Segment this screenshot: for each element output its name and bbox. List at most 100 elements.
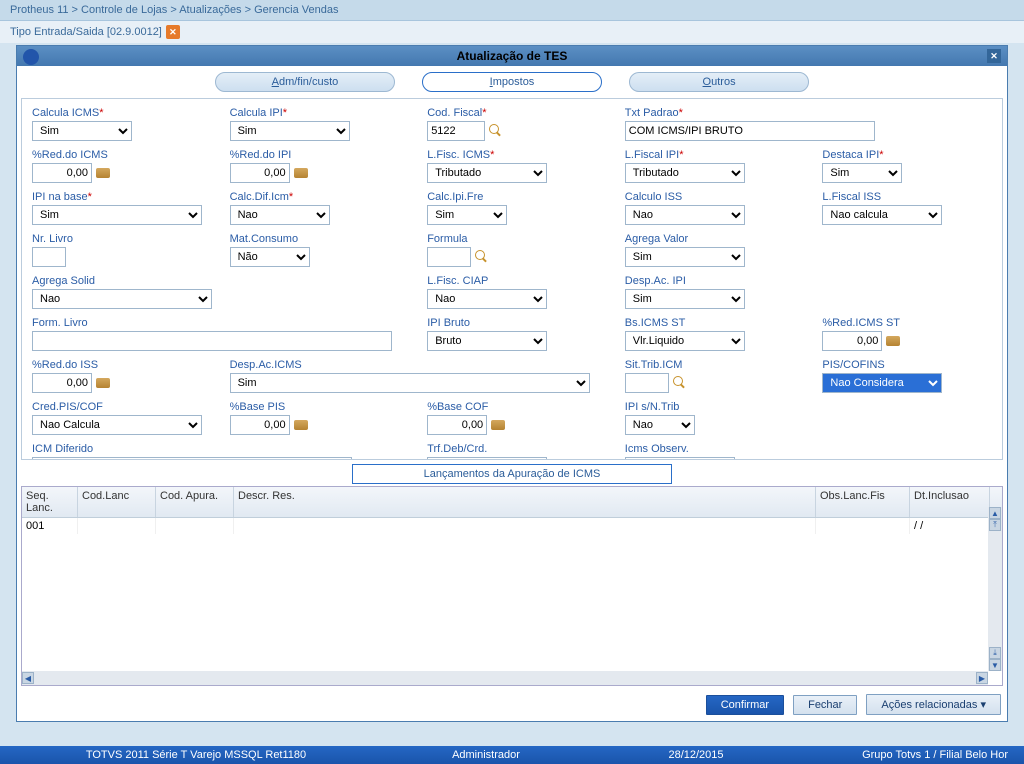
nr-livro-input[interactable] bbox=[32, 247, 66, 267]
desp-ac-ipi-select[interactable]: Sim bbox=[625, 289, 745, 309]
scroll-up-icon[interactable]: ▲ bbox=[989, 507, 1001, 519]
calc-icon[interactable] bbox=[96, 378, 110, 388]
lbl-txt-padrao: Txt Padrao bbox=[625, 107, 992, 119]
horizontal-scrollbar[interactable]: ◀ ▶ bbox=[22, 671, 988, 685]
lfiscal-ipi-select[interactable]: Tributado bbox=[625, 163, 745, 183]
trf-deb-crd-select[interactable]: Nao bbox=[427, 457, 547, 460]
lbl-destaca-ipi: Destaca IPI bbox=[822, 149, 992, 161]
calc-ipi-fre-select[interactable]: Sim bbox=[427, 205, 507, 225]
lbl-icms-observ: Icms Observ. bbox=[625, 443, 795, 455]
titlebar: Atualização de TES ✕ bbox=[17, 46, 1007, 66]
form-livro-input[interactable] bbox=[32, 331, 392, 351]
lbl-cod-fiscal: Cod. Fiscal bbox=[427, 107, 597, 119]
calc-dif-icm-select[interactable]: Nao bbox=[230, 205, 330, 225]
ipi-sn-trib-select[interactable]: Nao bbox=[625, 415, 695, 435]
lbl-cred-pis-cof: Cred.PIS/COF bbox=[32, 401, 202, 413]
pis-cofins-select[interactable]: Nao Considera bbox=[822, 373, 942, 393]
lfiscal-iss-select[interactable]: Nao calcula bbox=[822, 205, 942, 225]
lfisc-ciap-select[interactable]: Nao bbox=[427, 289, 547, 309]
tab-lancamentos-apuracao-icms[interactable]: Lançamentos da Apuração de ICMS bbox=[352, 464, 672, 484]
status-product: TOTVS 2011 Série T Varejo MSSQL Ret1180 bbox=[16, 749, 376, 761]
scroll-right-icon[interactable]: ▶ bbox=[976, 672, 988, 684]
col-seq-lanc[interactable]: Seq. Lanc. bbox=[22, 487, 78, 517]
tab-impostos[interactable]: Impostos bbox=[422, 72, 602, 92]
destaca-ipi-select[interactable]: Sim bbox=[822, 163, 902, 183]
tab-adm-fin-custo[interactable]: Adm/fin/custo bbox=[215, 72, 395, 92]
tab-outros[interactable]: Outros bbox=[629, 72, 809, 92]
close-tab-icon[interactable]: ✕ bbox=[166, 25, 180, 39]
scroll-top-icon[interactable]: ⤒ bbox=[989, 519, 1001, 531]
calc-icon[interactable] bbox=[294, 420, 308, 430]
calc-icon[interactable] bbox=[886, 336, 900, 346]
agrega-solid-select[interactable]: Nao bbox=[32, 289, 212, 309]
back-icon[interactable] bbox=[23, 49, 39, 65]
confirmar-button[interactable]: Confirmar bbox=[706, 695, 784, 715]
lbl-lfisc-ciap: L.Fisc. CIAP bbox=[427, 275, 597, 287]
red-ipi-input[interactable] bbox=[230, 163, 290, 183]
lbl-ipi-bruto: IPI Bruto bbox=[427, 317, 597, 329]
cod-fiscal-lookup-icon[interactable] bbox=[489, 124, 503, 138]
cod-fiscal-input[interactable] bbox=[427, 121, 485, 141]
calculo-iss-select[interactable]: Nao bbox=[625, 205, 745, 225]
vertical-scrollbar[interactable]: ▲ ⤒ ⤓ ▼ bbox=[988, 507, 1002, 671]
red-icms-st-input[interactable] bbox=[822, 331, 882, 351]
lbl-base-pis: %Base PIS bbox=[230, 401, 400, 413]
lancamentos-grid: Seq. Lanc. Cod.Lanc Cod. Apura. Descr. R… bbox=[21, 486, 1003, 686]
base-pis-input[interactable] bbox=[230, 415, 290, 435]
close-window-icon[interactable]: ✕ bbox=[987, 49, 1001, 63]
calcula-ipi-select[interactable]: Sim bbox=[230, 121, 350, 141]
status-branch: Grupo Totvs 1 / Filial Belo Hor bbox=[796, 749, 1008, 761]
cred-pis-cof-select[interactable]: Nao Calcula bbox=[32, 415, 202, 435]
lbl-calcula-ipi: Calcula IPI bbox=[230, 107, 400, 119]
ipi-bruto-select[interactable]: Bruto bbox=[427, 331, 547, 351]
lbl-ipi-base: IPI na base bbox=[32, 191, 202, 203]
sit-trib-icm-input[interactable] bbox=[625, 373, 669, 393]
base-cof-input[interactable] bbox=[427, 415, 487, 435]
formula-lookup-icon[interactable] bbox=[475, 250, 489, 264]
lbl-agrega-valor: Agrega Valor bbox=[625, 233, 795, 245]
calc-icon[interactable] bbox=[96, 168, 110, 178]
form-area: Calcula ICMSSim Calcula IPISim Cod. Fisc… bbox=[21, 98, 1003, 460]
agrega-valor-select[interactable]: Sim bbox=[625, 247, 745, 267]
formula-input[interactable] bbox=[427, 247, 471, 267]
txt-padrao-input[interactable] bbox=[625, 121, 875, 141]
lbl-form-livro: Form. Livro bbox=[32, 317, 399, 329]
document-tab-strip: Tipo Entrada/Saida [02.9.0012] ✕ bbox=[0, 21, 1024, 43]
icms-observ-select[interactable] bbox=[625, 457, 735, 460]
table-row[interactable]: 001 / / bbox=[22, 518, 1002, 534]
dialog-buttons: Confirmar Fechar Ações relacionadas ▾ bbox=[17, 690, 1007, 721]
lbl-bs-icms-st: Bs.ICMS ST bbox=[625, 317, 795, 329]
lfisc-icms-select[interactable]: Tributado bbox=[427, 163, 547, 183]
acoes-relacionadas-button[interactable]: Ações relacionadas ▾ bbox=[866, 694, 1001, 715]
red-iss-input[interactable] bbox=[32, 373, 92, 393]
window-title: Atualização de TES bbox=[457, 49, 568, 63]
grid-header: Seq. Lanc. Cod.Lanc Cod. Apura. Descr. R… bbox=[22, 487, 1002, 518]
mat-consumo-select[interactable]: Não bbox=[230, 247, 310, 267]
scroll-left-icon[interactable]: ◀ bbox=[22, 672, 34, 684]
lbl-desp-ac-ipi: Desp.Ac. IPI bbox=[625, 275, 795, 287]
ipi-base-select[interactable]: Sim bbox=[32, 205, 202, 225]
red-icms-input[interactable] bbox=[32, 163, 92, 183]
calcula-icms-select[interactable]: Sim bbox=[32, 121, 132, 141]
scroll-down-icon[interactable]: ▼ bbox=[989, 659, 1001, 671]
col-obs-lanc-fis[interactable]: Obs.Lanc.Fis bbox=[816, 487, 910, 517]
scroll-bottom-icon[interactable]: ⤓ bbox=[989, 647, 1001, 659]
tes-dialog: Atualização de TES ✕ Adm/fin/custo Impos… bbox=[16, 45, 1008, 722]
fechar-button[interactable]: Fechar bbox=[793, 695, 857, 715]
lbl-ipi-sn-trib: IPI s/N.Trib bbox=[625, 401, 795, 413]
desp-ac-icms-select[interactable]: Sim bbox=[230, 373, 590, 393]
lbl-lfiscal-iss: L.Fiscal ISS bbox=[822, 191, 992, 203]
col-cod-apura[interactable]: Cod. Apura. bbox=[156, 487, 234, 517]
calc-icon[interactable] bbox=[294, 168, 308, 178]
col-descr-res[interactable]: Descr. Res. bbox=[234, 487, 816, 517]
statusbar: TOTVS 2011 Série T Varejo MSSQL Ret1180 … bbox=[0, 746, 1024, 764]
sit-trib-lookup-icon[interactable] bbox=[673, 376, 687, 390]
bs-icms-st-select[interactable]: Vlr.Liquido bbox=[625, 331, 745, 351]
col-dt-inclusao[interactable]: Dt.Inclusao bbox=[910, 487, 990, 517]
breadcrumb: Protheus 11 > Controle de Lojas > Atuali… bbox=[0, 0, 1024, 21]
lbl-pis-cofins: PIS/COFINS bbox=[822, 359, 992, 371]
icm-diferido-select[interactable]: Nao Diferido bbox=[32, 457, 352, 460]
calc-icon[interactable] bbox=[491, 420, 505, 430]
col-cod-lanc[interactable]: Cod.Lanc bbox=[78, 487, 156, 517]
document-tab-label[interactable]: Tipo Entrada/Saida [02.9.0012] bbox=[10, 26, 162, 38]
